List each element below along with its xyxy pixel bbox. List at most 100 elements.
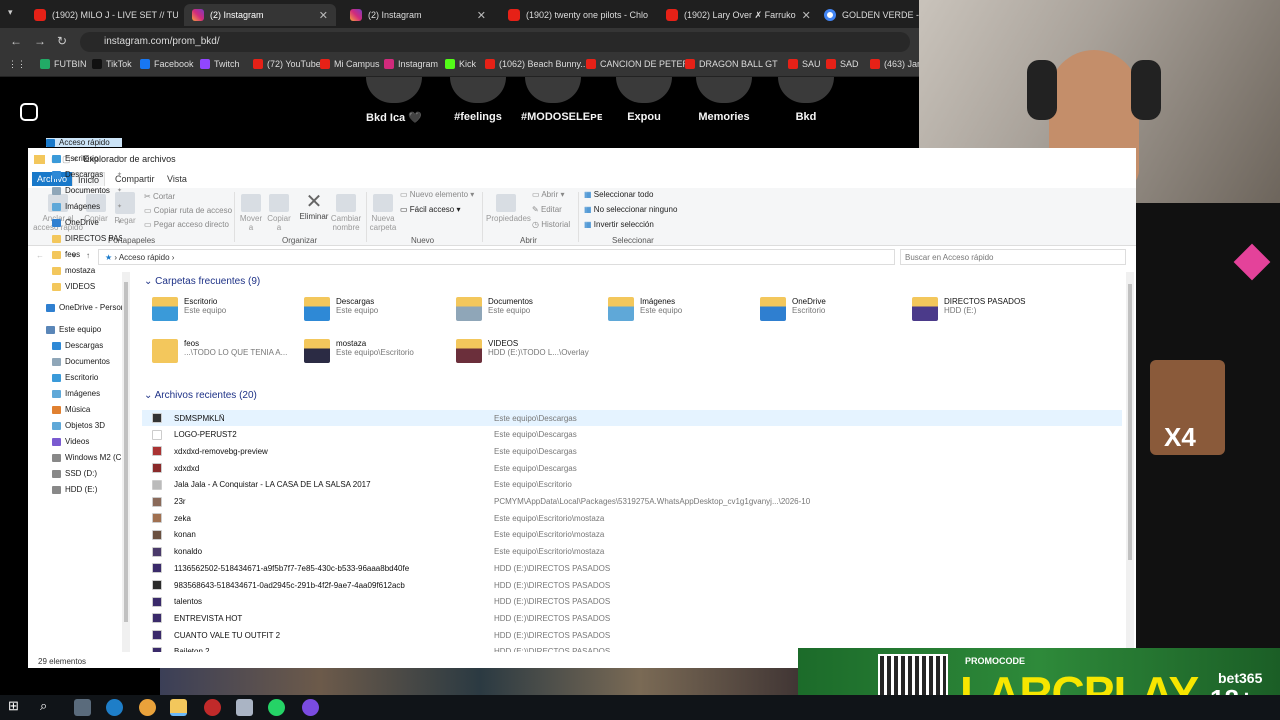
scroll-thumb[interactable]	[1128, 284, 1132, 560]
path-box[interactable]: ★ › Acceso rápido ›	[98, 249, 895, 265]
copy-to-button[interactable]: Copiar a	[266, 194, 292, 232]
recent-file-row[interactable]: zeka Este equipo\Escritorio\mostaza	[142, 510, 1122, 526]
whatsapp-icon[interactable]	[268, 699, 285, 716]
tab-list-icon[interactable]: ▾	[8, 7, 13, 18]
obs-icon[interactable]	[302, 699, 319, 716]
bookmark-9[interactable]: CANCION DE PETER	[586, 59, 689, 69]
new-folder-button[interactable]: Nueva carpeta	[368, 194, 398, 232]
bookmark-8[interactable]: (1062) Beach Bunny...	[485, 59, 588, 69]
sidebar-item[interactable]: mostaza	[52, 266, 122, 275]
recent-file-row[interactable]: 983568643-518434671-0ad2945c-291b-4f2f-9…	[142, 577, 1122, 593]
sidebar-item[interactable]: Descargas ✦	[52, 170, 122, 179]
bookmark-0[interactable]: FUTBIN	[40, 59, 87, 69]
sidebar-item[interactable]: Descargas	[52, 341, 122, 350]
forward-arrow-icon[interactable]: →	[34, 34, 46, 48]
browser-tab[interactable]: (2) Instagram ✕	[184, 4, 336, 26]
recent-file-row[interactable]: xdxdxd-removebg-preview Este equipo\Desca…	[142, 443, 1122, 459]
bookmark-6[interactable]: Instagram	[384, 59, 438, 69]
sidebar-item[interactable]: Imágenes ✦	[52, 202, 122, 211]
bookmark-11[interactable]: SAU	[788, 59, 821, 69]
sidebar-item[interactable]: VIDEOS	[52, 282, 122, 291]
frequent-folder[interactable]: Imágenes Este equipo	[608, 297, 758, 321]
sidebar-item[interactable]: Documentos ✦	[52, 186, 122, 195]
close-icon[interactable]: ✕	[319, 9, 328, 22]
story-highlight[interactable]: Memories	[692, 77, 756, 123]
task-view-icon[interactable]	[74, 699, 91, 716]
close-icon[interactable]: ✕	[477, 9, 486, 22]
recent-file-row[interactable]: konan Este equipo\Escritorio\mostaza	[142, 527, 1122, 543]
invert-selection-button[interactable]: ▦ Invertir selección	[584, 220, 654, 229]
sidebar-item[interactable]: DIRECTOS PASAI✦	[52, 234, 122, 243]
new-item-button[interactable]: ▭ Nuevo elemento ▾	[400, 190, 474, 199]
sidebar-item[interactable]: OneDrive ✦	[52, 218, 122, 227]
story-highlight[interactable]: Bkd	[774, 77, 838, 123]
frequent-folder[interactable]: Descargas Este equipo	[304, 297, 454, 321]
frequent-folder[interactable]: feos ...\TODO LO QUE TENIA A...	[152, 339, 302, 363]
sidebar-item[interactable]: OneDrive - Person	[46, 303, 122, 312]
frequent-folder[interactable]: VIDEOS HDD (E:)\TODO L...\Overlay	[456, 339, 606, 363]
recent-file-row[interactable]: SDMSPMKLÑ Este equipo\Descargas	[142, 410, 1122, 426]
recent-files-header[interactable]: ⌄ Archivos recientes (20)	[144, 390, 257, 401]
sidebar-item[interactable]: Documentos	[52, 357, 122, 366]
apps-icon[interactable]: ⋮⋮	[8, 59, 26, 70]
frequent-folder[interactable]: mostaza Este equipo\Escritorio	[304, 339, 454, 363]
bookmark-1[interactable]: TikTok	[92, 59, 132, 69]
story-highlight[interactable]: Expou	[612, 77, 676, 123]
easy-access-button[interactable]: ▭ Fácil acceso ▾	[400, 205, 461, 214]
recent-file-row[interactable]: LOGO-PERUST2 Este equipo\Descargas	[142, 427, 1122, 443]
bookmark-12[interactable]: SAD	[826, 59, 859, 69]
sidebar-item[interactable]: Imágenes	[52, 389, 122, 398]
story-highlight[interactable]: Bkd Ica 🖤	[362, 77, 426, 124]
select-none-button[interactable]: ▦ No seleccionar ninguno	[584, 205, 677, 214]
select-all-button[interactable]: ▦ Seleccionar todo	[584, 190, 653, 199]
recent-file-row[interactable]: 23r PCMYM\AppData\Local\Packages\5319275A…	[142, 494, 1122, 510]
bookmark-5[interactable]: Mi Campus	[320, 59, 380, 69]
content-scrollbar[interactable]	[1126, 272, 1134, 652]
recent-file-row[interactable]: Jala Jala - A Conquistar - LA CASA DE LA…	[142, 477, 1122, 493]
app-icon[interactable]	[236, 699, 253, 716]
frequent-folder[interactable]: OneDrive Escritorio	[760, 297, 910, 321]
cut-button[interactable]: ✂ Cortar	[144, 192, 175, 201]
browser-tab[interactable]: GOLDEN VERDE - Busc	[816, 4, 920, 26]
sidebar-item[interactable]: Música	[52, 405, 122, 414]
address-bar[interactable]: instagram.com/prom_bkd/	[80, 32, 910, 52]
sidebar-item[interactable]: HDD (E:)	[52, 485, 122, 494]
open-button[interactable]: ▭ Abrir ▾	[532, 190, 564, 199]
edit-button[interactable]: ✎ Editar	[532, 205, 562, 214]
file-explorer-icon[interactable]	[170, 699, 187, 716]
browser-tab[interactable]: (2) Instagram ✕	[342, 4, 494, 26]
frequent-folder[interactable]: DIRECTOS PASADOS HDD (E:)	[912, 297, 1062, 321]
move-to-button[interactable]: Mover a	[238, 194, 264, 232]
sidebar-item[interactable]: SSD (D:)	[52, 469, 122, 478]
sidebar-item[interactable]: Windows M2 (C:	[52, 453, 122, 462]
bookmark-4[interactable]: (72) YouTube	[253, 59, 321, 69]
browser-tab[interactable]: (1902) MILO J - LIVE SET // TU L✕	[26, 4, 178, 26]
bookmark-3[interactable]: Twitch	[200, 59, 240, 69]
delete-button[interactable]: ✕ Eliminar	[296, 192, 332, 221]
sidebar-item[interactable]: Escritorio ✦	[52, 154, 122, 163]
frequent-folder[interactable]: Escritorio Este equipo	[152, 297, 302, 321]
back-arrow-icon[interactable]: ←	[36, 251, 44, 260]
story-highlight[interactable]: #MODOSELEᴘᴇ	[521, 77, 602, 123]
recent-file-row[interactable]: xdxdxd Este equipo\Descargas	[142, 460, 1122, 476]
recent-file-row[interactable]: konaldo Este equipo\Escritorio\mostaza	[142, 544, 1122, 560]
sidebar-scrollbar[interactable]	[122, 272, 130, 652]
copy-path-button[interactable]: ▭ Copiar ruta de acceso	[144, 206, 232, 215]
recent-file-row[interactable]: talentos HDD (E:)\DIRECTOS PASADOS	[142, 594, 1122, 610]
instagram-logo-icon[interactable]	[20, 103, 38, 121]
bookmark-10[interactable]: DRAGON BALL GT	[685, 59, 778, 69]
sidebar-item[interactable]: feos	[52, 250, 122, 259]
windows-start-icon[interactable]: ⊞	[8, 698, 25, 715]
browser-tab[interactable]: (1902) Lary Over ✗ Farruko ✕	[658, 4, 810, 26]
close-icon[interactable]: ✕	[802, 9, 810, 22]
history-button[interactable]: ◷ Historial	[532, 220, 570, 229]
search-input[interactable]: Buscar en Acceso rápido	[900, 249, 1126, 265]
sidebar-item[interactable]: Objetos 3D	[52, 421, 122, 430]
tab-vista[interactable]: Vista	[162, 172, 192, 186]
search-icon[interactable]: ⌕	[40, 698, 57, 715]
frequent-folders-header[interactable]: ⌄ Carpetas frecuentes (9)	[144, 276, 260, 287]
browser-tab[interactable]: (1902) twenty one pilots - Chlo✕	[500, 4, 652, 26]
sidebar-item[interactable]: Videos	[52, 437, 122, 446]
reload-icon[interactable]: ↻	[57, 34, 67, 48]
sidebar-item[interactable]: Escritorio	[52, 373, 122, 382]
